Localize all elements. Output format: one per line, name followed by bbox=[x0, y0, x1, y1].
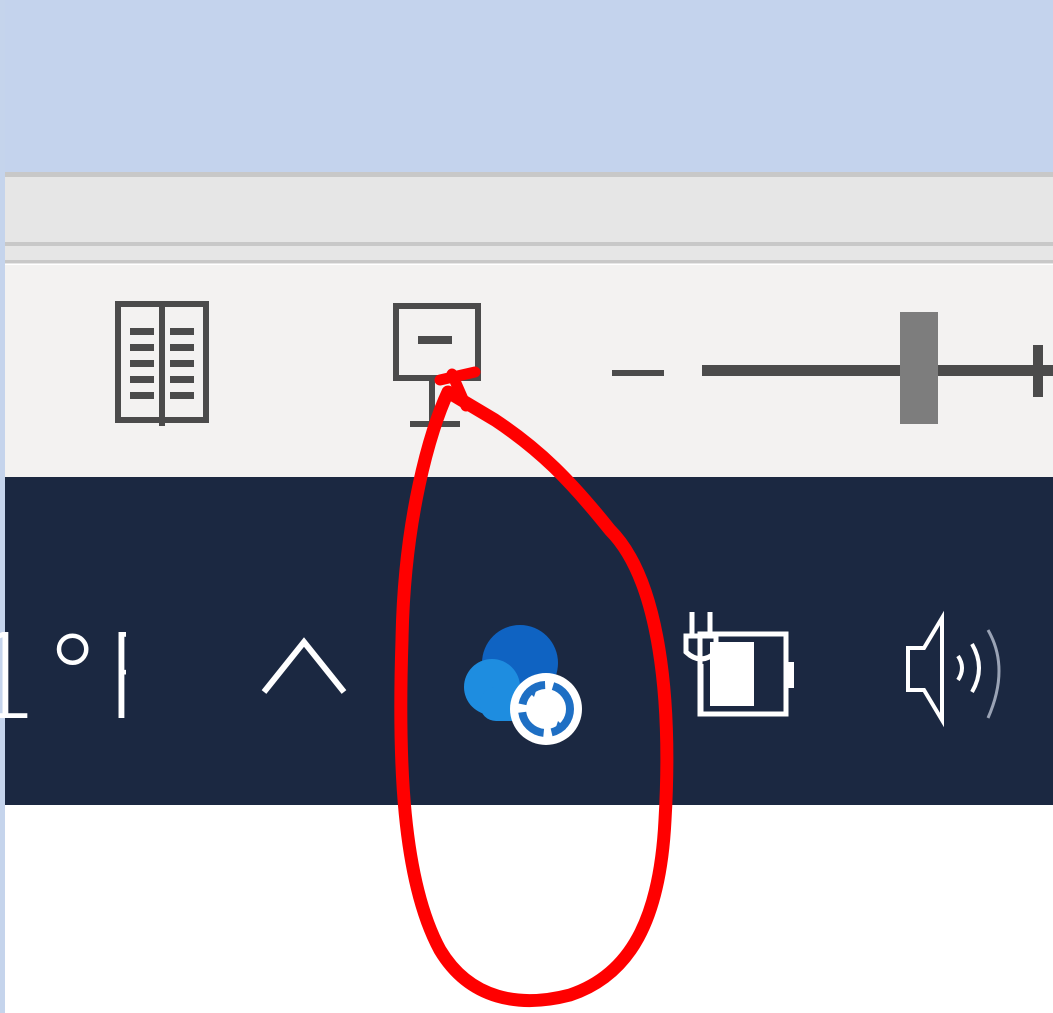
onedrive-tray-button[interactable] bbox=[462, 615, 584, 750]
zoom-slider-track bbox=[702, 312, 1053, 424]
read-mode-icon bbox=[115, 301, 209, 426]
show-hidden-icons-button[interactable] bbox=[258, 630, 350, 700]
presentation-icon bbox=[393, 303, 481, 427]
weather-temperature[interactable]: 1°F bbox=[0, 602, 126, 752]
separator-line bbox=[5, 260, 1053, 263]
battery-tray-button[interactable] bbox=[680, 608, 796, 720]
zoom-slider-thumb[interactable] bbox=[900, 312, 938, 424]
zoom-tick-mark bbox=[1033, 345, 1043, 397]
window-title-band bbox=[5, 0, 1053, 172]
chevron-up-icon bbox=[261, 637, 347, 694]
zoom-out-button[interactable] bbox=[610, 364, 666, 376]
minus-icon bbox=[612, 370, 664, 376]
separator-line bbox=[5, 242, 1053, 246]
volume-tray-button[interactable] bbox=[900, 608, 1012, 730]
onedrive-sync-icon bbox=[464, 625, 582, 745]
separator-line bbox=[5, 172, 1053, 177]
presentation-view-button[interactable] bbox=[388, 298, 486, 432]
speaker-volume-icon bbox=[906, 610, 1001, 728]
zoom-slider[interactable] bbox=[700, 300, 1053, 440]
battery-charging-icon bbox=[683, 612, 794, 717]
horizontal-scroll-area[interactable] bbox=[5, 172, 1053, 264]
desktop-area bbox=[5, 805, 1053, 1013]
read-mode-button[interactable] bbox=[110, 298, 214, 432]
